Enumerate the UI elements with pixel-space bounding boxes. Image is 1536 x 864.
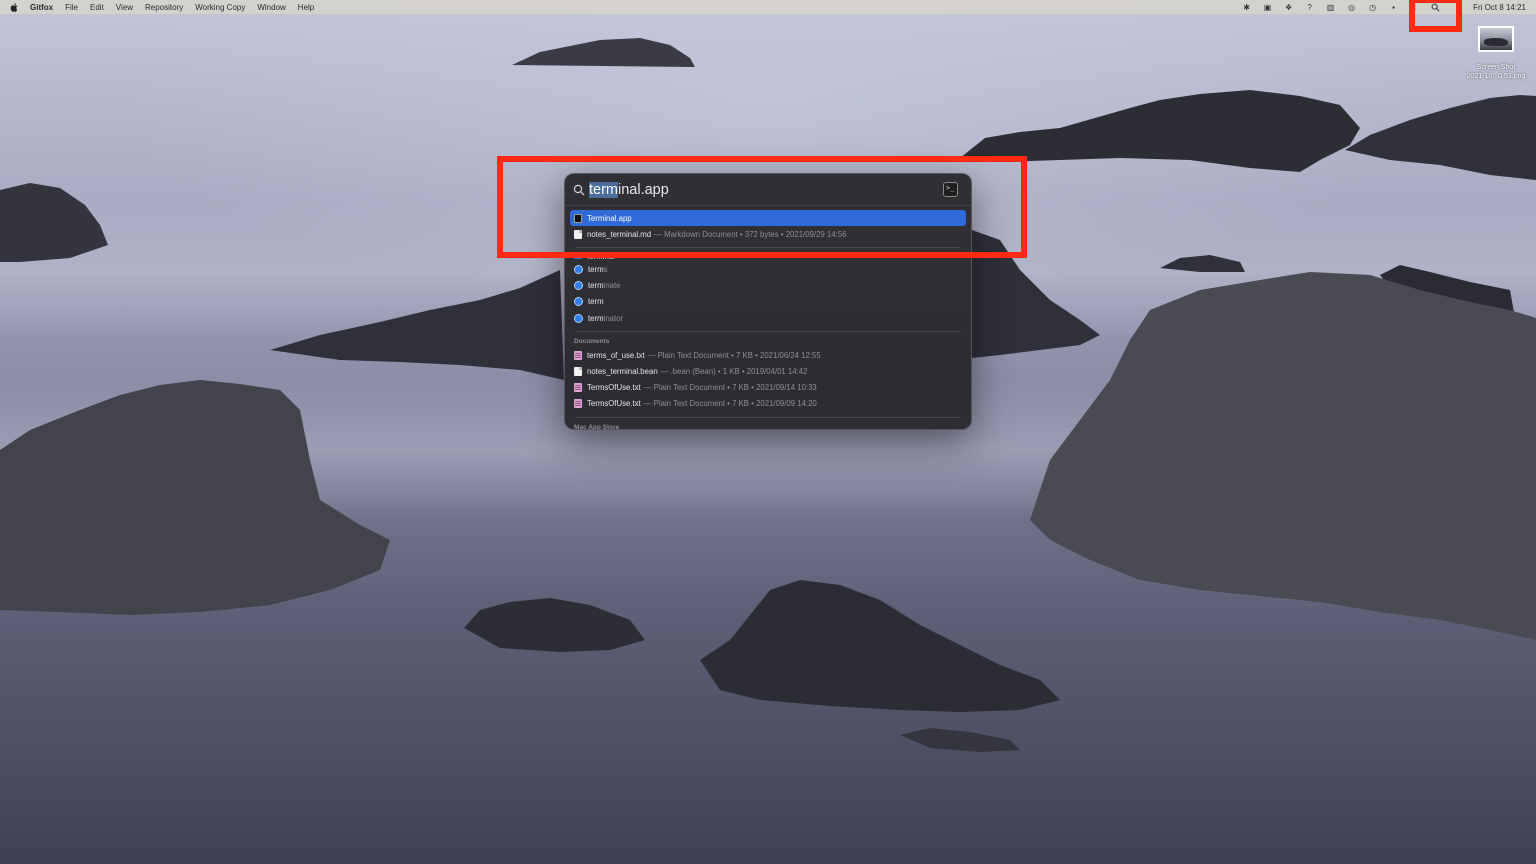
document-name: TermsOfUse.txt xyxy=(587,399,641,409)
dropbox-icon[interactable]: ❖ xyxy=(1284,3,1293,12)
document-meta: — .bean (Bean) • 1 KB • 2019/04/01 14:42 xyxy=(660,366,808,376)
suggestion-dim: s xyxy=(603,264,608,274)
desktop-file-name: Screen Shot 2021-10...0.51.png xyxy=(1467,63,1526,81)
document-result[interactable]: notes_terminal.bean — .bean (Bean) • 1 K… xyxy=(570,363,966,379)
document-result[interactable]: TermsOfUse.txt — Plain Text Document • 7… xyxy=(570,396,966,412)
document-meta: — Plain Text Document • 7 KB • 2021/09/0… xyxy=(643,399,817,409)
document-icon xyxy=(574,366,582,376)
menu-view[interactable]: View xyxy=(116,3,133,12)
menu-help[interactable]: Help xyxy=(298,3,314,12)
bluetooth-status-icon[interactable]: ✱ xyxy=(1242,3,1251,12)
menu-bar-clock[interactable]: Fri Oct 8 14:21 xyxy=(1473,3,1526,12)
menu-file[interactable]: File xyxy=(65,3,78,12)
document-result[interactable]: terms_of_use.txt — Plain Text Document •… xyxy=(570,347,966,363)
desktop-file-screenshot[interactable]: Screen Shot 2021-10...0.51.png xyxy=(1460,26,1532,81)
suggestion-terminate[interactable]: term inate xyxy=(570,278,966,294)
suggestion-dim: inate xyxy=(603,281,621,291)
menu-bar-right: ✱ ▣ ❖ ? ▥ ◎ ◷ ▪ ᛒ ⋮ Fri Oct 8 14:21 xyxy=(1242,3,1526,12)
document-meta: — Plain Text Document • 7 KB • 2021/09/1… xyxy=(643,383,817,393)
suggestion-icon xyxy=(574,297,583,307)
document-result[interactable]: TermsOfUse.txt — Plain Text Document • 7… xyxy=(570,380,966,396)
text-document-icon xyxy=(574,350,582,360)
results-divider xyxy=(575,416,961,418)
suggestion-icon xyxy=(574,281,583,291)
menu-working-copy[interactable]: Working Copy xyxy=(195,3,245,12)
menu-edit[interactable]: Edit xyxy=(90,3,104,12)
menu-bar-left: Gitfox File Edit View Repository Working… xyxy=(10,3,314,12)
suggestion-dim: inator xyxy=(603,313,624,323)
suggestion-bold: term xyxy=(588,297,604,307)
menu-window[interactable]: Window xyxy=(257,3,285,12)
help-circle-icon[interactable]: ? xyxy=(1305,3,1314,12)
document-meta: — Plain Text Document • 7 KB • 2021/06/2… xyxy=(647,350,821,360)
text-document-icon xyxy=(574,399,582,409)
suggestion-term[interactable]: term xyxy=(570,294,966,310)
screen-record-icon[interactable]: ▣ xyxy=(1263,3,1272,12)
suggestion-bold: term xyxy=(588,313,604,323)
suggestion-bold: term xyxy=(588,264,604,274)
text-document-icon xyxy=(574,383,582,393)
suggestion-terminator[interactable]: term inator xyxy=(570,310,966,326)
window-manager-icon[interactable]: ▥ xyxy=(1326,3,1335,12)
rock-formations xyxy=(0,38,1536,752)
document-name: terms_of_use.txt xyxy=(587,350,645,360)
results-divider xyxy=(575,331,961,333)
desktop-wallpaper xyxy=(0,0,1536,864)
suggestion-icon xyxy=(574,264,583,274)
suggestion-icon xyxy=(574,313,583,323)
highlight-box-menubar-search xyxy=(1409,0,1462,32)
menu-bar: Gitfox File Edit View Repository Working… xyxy=(0,0,1536,14)
history-clock-icon[interactable]: ◷ xyxy=(1368,3,1377,12)
document-name: notes_terminal.bean xyxy=(587,366,658,376)
desktop-file-name-line1: Screen Shot xyxy=(1476,64,1516,71)
highlight-box-spotlight xyxy=(497,156,1027,258)
document-name: TermsOfUse.txt xyxy=(587,383,641,393)
app-store-section-header: Mac App Store xyxy=(574,423,620,430)
apple-menu-icon[interactable] xyxy=(10,2,18,12)
app-menu-gitfox[interactable]: Gitfox xyxy=(30,3,53,12)
desktop-file-name-line2: 2021-10...0.51.png xyxy=(1466,73,1526,80)
time-machine-icon[interactable]: ◎ xyxy=(1347,3,1356,12)
documents-section-header: Documents xyxy=(574,338,610,346)
suggestion-terms[interactable]: term s xyxy=(570,261,966,277)
menu-repository[interactable]: Repository xyxy=(145,3,183,12)
input-source-flag-icon[interactable]: ▪ xyxy=(1389,3,1398,12)
suggestion-bold: term xyxy=(588,281,604,291)
screenshot-thumbnail xyxy=(1478,26,1514,52)
